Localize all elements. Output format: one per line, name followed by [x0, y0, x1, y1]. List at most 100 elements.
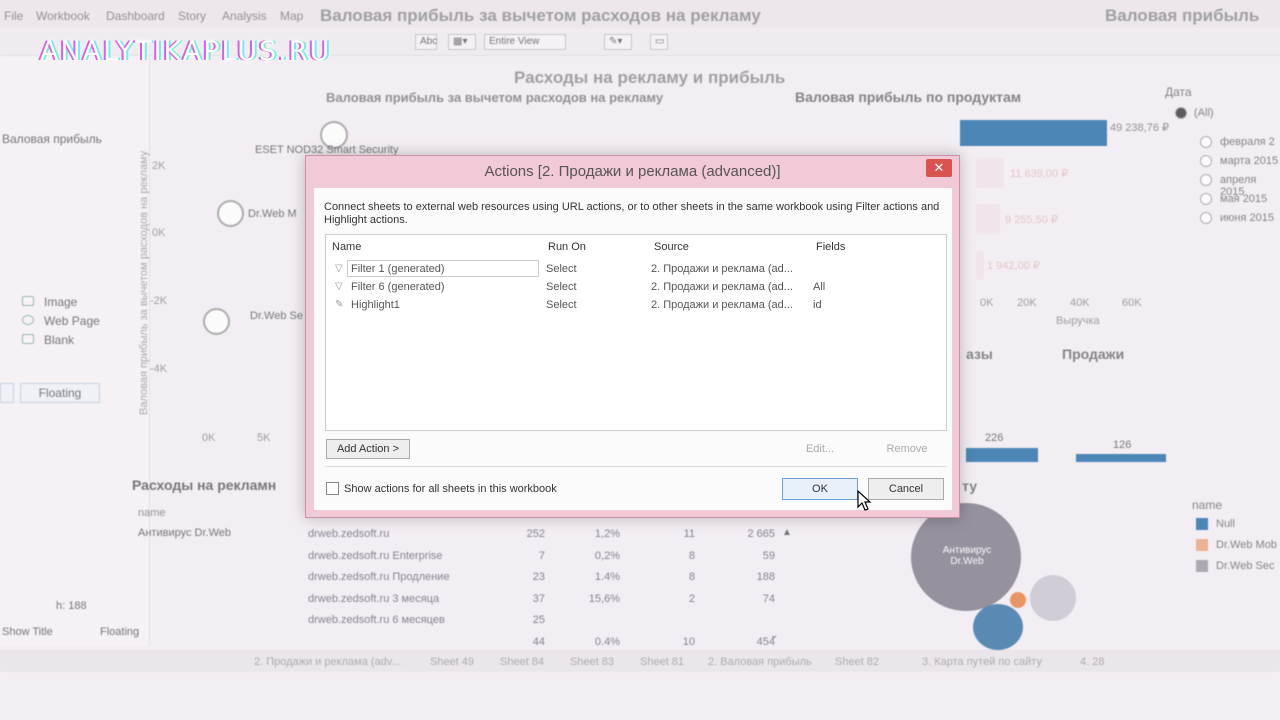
divider	[325, 466, 947, 467]
x-tick: 0K	[202, 432, 216, 444]
bubble[interactable]	[1030, 575, 1076, 621]
globe-icon	[22, 315, 34, 325]
actions-dialog: Actions [2. Продажи и реклама (advanced)…	[305, 155, 960, 518]
action-row[interactable]: ▽ Filter 6 (generated) Select 2. Продажи…	[326, 278, 946, 296]
pen-icon[interactable]: ✎▾	[604, 34, 632, 50]
menu-dashboard[interactable]: Dashboard	[106, 9, 165, 23]
tab-sales-ads[interactable]: 2. Продажи и реклама (adv...	[254, 656, 401, 668]
floating-button[interactable]: Floating	[20, 383, 100, 403]
sales-bar[interactable]	[1076, 454, 1166, 462]
remove-button[interactable]: Remove	[877, 439, 937, 459]
tab-sheet-82[interactable]: Sheet 82	[835, 656, 879, 668]
action-name: Filter 1 (generated)	[351, 263, 445, 275]
action-row[interactable]: ▽ Filter 1 (generated) Select 2. Продажи…	[326, 260, 946, 278]
date-item[interactable]: июня 2015	[1220, 212, 1274, 224]
action-source: 2. Продажи и реклама (ad...	[651, 299, 793, 311]
bubble[interactable]	[1010, 592, 1026, 608]
date-item[interactable]: марта 2015	[1220, 155, 1278, 167]
object-blank[interactable]: Blank	[44, 333, 74, 347]
view-select[interactable]: Entire View	[484, 34, 566, 50]
menu-analysis[interactable]: Analysis	[222, 9, 267, 23]
menu-map[interactable]: Map	[280, 9, 303, 23]
tab-sheet-83[interactable]: Sheet 83	[570, 656, 614, 668]
close-icon[interactable]: ✕	[926, 159, 952, 177]
bubble-label: Антивирус Dr.Web	[942, 545, 992, 567]
abc-button[interactable]: Abc	[415, 34, 437, 50]
scatter-point[interactable]	[203, 308, 230, 335]
actions-list[interactable]: Name Run On Source Fields ▽ Filter 1 (ge…	[325, 234, 947, 431]
action-fields: All	[813, 281, 826, 293]
tab-sheet-49[interactable]: Sheet 49	[430, 656, 474, 668]
column-run-on[interactable]: Run On	[548, 241, 586, 253]
table-cell: 15,6%	[588, 592, 620, 605]
table-cell: 2 665	[747, 528, 775, 540]
gross-x-tick: 20K	[1017, 297, 1037, 309]
radio-date[interactable]	[1200, 193, 1212, 205]
gross-bar[interactable]	[976, 204, 1000, 234]
table-cell: 1,2%	[594, 528, 620, 540]
edit-button[interactable]: Edit...	[790, 439, 850, 459]
table-cell: drweb.zedsoft.ru Продление	[308, 571, 450, 583]
date-item[interactable]: февраля 2	[1220, 136, 1275, 148]
column-source[interactable]: Source	[654, 241, 689, 253]
ok-button[interactable]: OK	[782, 478, 858, 500]
scroll-down-icon[interactable]: ⌄	[770, 630, 778, 641]
column-name[interactable]: Name	[332, 241, 361, 253]
tab-sheet-84[interactable]: Sheet 84	[500, 656, 544, 668]
name-legend-item[interactable]: Null	[1216, 518, 1235, 530]
cancel-button[interactable]: Cancel	[868, 478, 944, 500]
action-source: 2. Продажи и реклама (ad...	[651, 281, 793, 293]
scatter-label: Dr.Web Se	[250, 310, 303, 322]
table-cell: 25	[532, 614, 545, 626]
action-run-on: Select	[546, 281, 577, 293]
bubble-title: ту	[962, 478, 977, 494]
y-tick: -4K	[150, 363, 168, 375]
gross-bar-top[interactable]	[960, 120, 1107, 146]
gross-bar[interactable]	[976, 250, 984, 280]
sales-bar[interactable]	[966, 448, 1038, 462]
scatter-label: Dr.Web M	[248, 208, 297, 220]
image-icon	[22, 296, 34, 306]
radio-date[interactable]	[1200, 136, 1212, 148]
object-image[interactable]: Image	[44, 295, 77, 309]
object-web-page[interactable]: Web Page	[44, 314, 100, 328]
chart-icon[interactable]: ▦▾	[448, 34, 476, 50]
height-field[interactable]: h: 188	[56, 600, 87, 612]
table-cell: 252	[526, 528, 545, 540]
radio-date[interactable]	[1200, 174, 1212, 186]
show-all-label: Show actions for all sheets in this work…	[344, 483, 557, 495]
scatter-point[interactable]	[217, 200, 244, 227]
tab-gross-profit[interactable]: 2. Валовая прибыль	[708, 656, 812, 668]
table-header: name	[138, 507, 166, 519]
gross-bar[interactable]	[976, 158, 1004, 188]
name-legend-item[interactable]: Dr.Web Mob	[1216, 539, 1277, 551]
add-action-button[interactable]: Add Action >	[326, 439, 410, 459]
present-icon[interactable]: ▭	[650, 34, 668, 50]
menu-workbook[interactable]: Workbook	[36, 9, 90, 23]
table-cell: 44	[532, 635, 545, 648]
gross-value: 1 942,00 ₽	[987, 260, 1040, 272]
scroll-up-icon[interactable]: ▲	[782, 527, 792, 538]
blank-icon	[22, 334, 34, 344]
tab-4[interactable]: 4. 28	[1080, 656, 1104, 668]
name-legend-title: name	[1192, 498, 1223, 512]
radio-date[interactable]	[1200, 212, 1212, 224]
radio-all[interactable]	[1175, 107, 1187, 119]
menu-story[interactable]: Story	[178, 9, 206, 23]
column-fields[interactable]: Fields	[816, 241, 845, 253]
show-all-checkbox[interactable]	[326, 482, 339, 495]
show-title-checkbox[interactable]: Show Title	[2, 626, 53, 638]
action-row[interactable]: ✎ Highlight1 Select 2. Продажи и реклама…	[326, 296, 946, 314]
name-legend-item[interactable]: Dr.Web Sec	[1216, 560, 1275, 572]
menu-file[interactable]: File	[4, 9, 23, 23]
date-item[interactable]: (All)	[1194, 107, 1214, 119]
bubble[interactable]	[973, 604, 1023, 650]
tab-sheet-81[interactable]: Sheet 81	[640, 656, 684, 668]
tiled-button[interactable]	[0, 383, 14, 403]
floating-checkbox[interactable]: Floating	[100, 626, 139, 638]
radio-date[interactable]	[1200, 155, 1212, 167]
scatter-title: Валовая прибыль за вычетом расходов на р…	[326, 90, 664, 105]
date-item[interactable]: мая 2015	[1220, 193, 1267, 205]
tab-site-map[interactable]: 3. Карта путей по сайту	[922, 656, 1042, 668]
table-cell: 8	[688, 549, 695, 562]
